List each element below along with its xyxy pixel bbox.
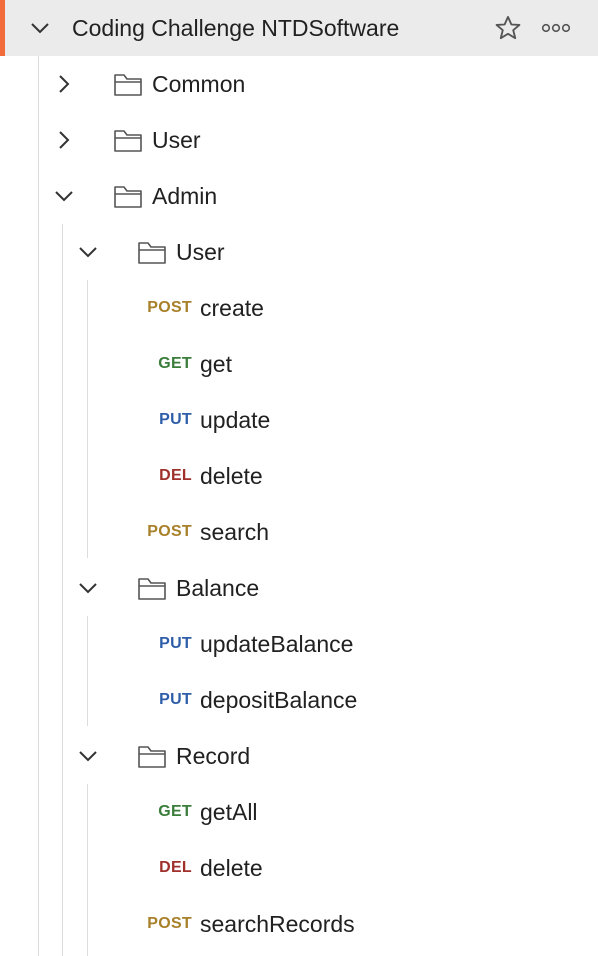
folder-label: Common — [152, 71, 246, 97]
request-name: get — [200, 351, 232, 377]
more-options-icon[interactable] — [540, 14, 572, 42]
method-badge: PUT — [159, 411, 192, 428]
chevron-right-icon[interactable] — [52, 128, 76, 152]
collection-header[interactable]: Coding Challenge NTDSoftware — [0, 0, 598, 56]
request-row[interactable]: DEL delete — [0, 448, 598, 504]
request-name: getAll — [200, 799, 258, 825]
request-name: search — [200, 519, 270, 545]
method-badge: PUT — [159, 635, 192, 652]
method-badge: PUT — [159, 691, 192, 708]
folder-label: Record — [176, 743, 251, 769]
folder-label: Balance — [176, 575, 260, 601]
request-name: create — [200, 295, 264, 321]
method-badge: GET — [158, 803, 192, 820]
request-name: delete — [200, 463, 263, 489]
folder-label: User — [152, 127, 201, 153]
folder-row-common[interactable]: Common — [0, 56, 598, 112]
request-row[interactable]: DEL delete — [0, 840, 598, 896]
chevron-down-icon[interactable] — [28, 16, 52, 40]
folder-row-admin-balance[interactable]: Balance — [0, 560, 598, 616]
folder-icon — [138, 578, 166, 600]
request-name: update — [200, 407, 271, 433]
folder-row-user[interactable]: User — [0, 112, 598, 168]
request-row[interactable]: PUT update — [0, 392, 598, 448]
method-badge: POST — [147, 299, 192, 316]
request-row[interactable]: PUT updateBalance — [0, 616, 598, 672]
folder-row-admin[interactable]: Admin — [0, 168, 598, 224]
request-row[interactable]: POST search — [0, 504, 598, 560]
folder-label: Admin — [152, 183, 218, 209]
star-icon[interactable] — [494, 14, 522, 42]
folder-icon — [114, 130, 142, 152]
folder-icon — [138, 746, 166, 768]
folder-label: User — [176, 239, 225, 265]
chevron-right-icon[interactable] — [52, 72, 76, 96]
request-row[interactable]: PUT depositBalance — [0, 672, 598, 728]
folder-icon — [114, 74, 142, 96]
request-row[interactable]: POST create — [0, 280, 598, 336]
collection-title: Coding Challenge NTDSoftware — [72, 15, 400, 41]
active-accent-bar — [0, 0, 5, 56]
method-badge: DEL — [159, 859, 192, 876]
chevron-down-icon[interactable] — [76, 576, 100, 600]
chevron-down-icon[interactable] — [76, 744, 100, 768]
folder-row-admin-record[interactable]: Record — [0, 728, 598, 784]
method-badge: GET — [158, 355, 192, 372]
request-row[interactable]: POST searchRecords — [0, 896, 598, 952]
request-name: delete — [200, 855, 263, 881]
request-name: searchRecords — [200, 911, 355, 937]
folder-icon — [138, 242, 166, 264]
folder-row-admin-user[interactable]: User — [0, 224, 598, 280]
collection-tree: Coding Challenge NTDSoftware Common User… — [0, 0, 598, 956]
chevron-down-icon[interactable] — [76, 240, 100, 264]
method-badge: DEL — [159, 467, 192, 484]
request-name: updateBalance — [200, 631, 354, 657]
folder-icon — [114, 186, 142, 208]
method-badge: POST — [147, 915, 192, 932]
request-row[interactable]: GET getAll — [0, 784, 598, 840]
request-row[interactable]: GET get — [0, 336, 598, 392]
request-name: depositBalance — [200, 687, 358, 713]
method-badge: POST — [147, 523, 192, 540]
chevron-down-icon[interactable] — [52, 184, 76, 208]
